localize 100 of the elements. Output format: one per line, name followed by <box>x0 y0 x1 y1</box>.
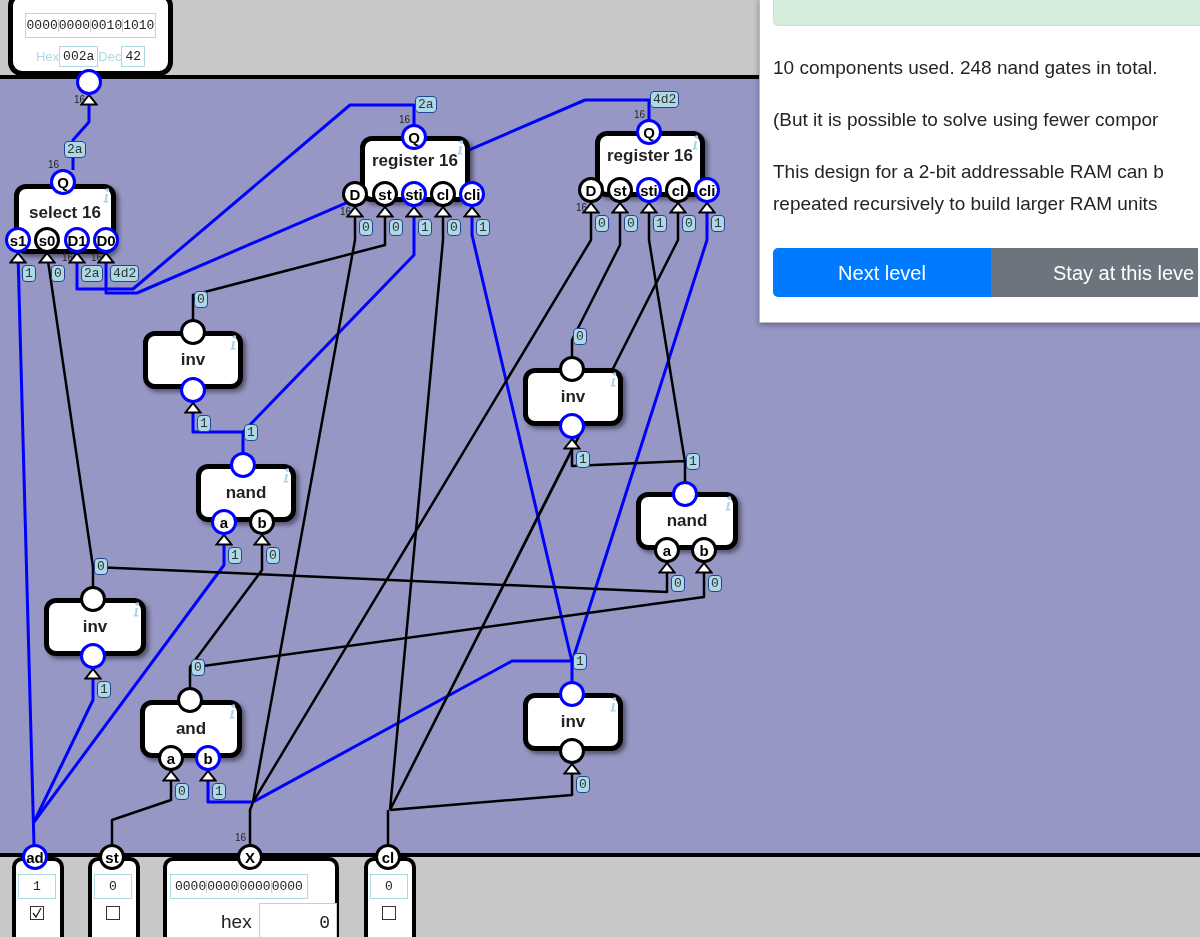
component-box[interactable]: inv <box>143 331 243 389</box>
component-box[interactable]: inv <box>523 368 623 426</box>
component-title: inv <box>560 711 586 734</box>
component-box[interactable]: inv <box>523 693 623 751</box>
wire-value: 2a <box>415 96 437 113</box>
wire-value: 0 <box>359 219 373 236</box>
info-icon <box>282 468 290 484</box>
wire-value: 0 <box>51 265 65 282</box>
wire-value: 0 <box>576 776 590 793</box>
bus-width-label: 16 <box>72 95 85 105</box>
wire-value: 0 <box>708 575 722 592</box>
pin-arrow-icon <box>669 202 687 214</box>
bus-width-label: 16 <box>338 207 351 217</box>
pin-arrow-icon <box>38 252 56 264</box>
component-title: nand <box>225 482 267 505</box>
wire-value: 0 <box>94 558 108 575</box>
checkbox[interactable] <box>106 906 120 920</box>
pin-arrow-icon <box>405 206 423 218</box>
component-title: and <box>175 718 207 741</box>
pin-arrow-icon <box>215 534 233 546</box>
bus-width-label: 16 <box>574 203 587 213</box>
wire-value: 1 <box>418 219 432 236</box>
info-icon <box>609 697 617 713</box>
wire-value: 1 <box>212 783 226 800</box>
component-title: select 16 <box>29 202 101 225</box>
pin-arrow-icon <box>162 770 180 782</box>
pin-arrow-icon <box>199 770 217 782</box>
component-title: inv <box>82 616 108 639</box>
component-title: register 16 <box>607 145 693 168</box>
pin-arrow-icon <box>253 534 271 546</box>
component-title: nand <box>666 510 708 533</box>
wire-value: 1 <box>97 681 111 698</box>
component-title: inv <box>560 386 586 409</box>
wire-value: 2a <box>64 141 86 158</box>
dec-field[interactable]: 42 <box>121 46 146 67</box>
wire-value: 0 <box>389 219 403 236</box>
info-icon <box>724 496 732 512</box>
wire-value: 0 <box>624 215 638 232</box>
pin-arrow-icon <box>563 763 581 775</box>
info-icon <box>132 602 140 618</box>
wire-value: 1 <box>573 653 587 670</box>
panel-text: This design for a 2-bit addressable RAM can b repeated recursively to build larger RAM units <box>773 160 1165 216</box>
hex-field[interactable]: 0 <box>259 903 337 937</box>
wire-value: 0 <box>671 575 685 592</box>
pin-arrow-icon <box>611 202 629 214</box>
bits-field[interactable]: 0000000000000000 <box>170 874 308 899</box>
check-icon <box>31 907 43 919</box>
checkbox[interactable] <box>30 906 44 920</box>
panel-text: (But it is possible to solve using fewer compor <box>773 108 1160 132</box>
pin-arrow-icon <box>434 206 452 218</box>
pin-arrow-icon <box>376 206 394 218</box>
wire-value: 0 <box>682 215 696 232</box>
pin-arrow-icon <box>9 252 27 264</box>
info-icon <box>102 188 110 204</box>
checkbox[interactable] <box>382 906 396 920</box>
component-box[interactable]: inv <box>44 598 146 656</box>
wire-value: 0 <box>595 215 609 232</box>
pin-arrow-icon <box>658 562 676 574</box>
wire-value: 2a <box>81 265 103 282</box>
wire-value: 0 <box>266 547 280 564</box>
component-title: register 16 <box>372 150 458 173</box>
wire-value: 1 <box>197 415 211 432</box>
info-icon <box>456 140 464 156</box>
wire-value: 4d2 <box>650 91 680 108</box>
wire-value: 0 <box>191 659 205 676</box>
wire-value: 1 <box>476 219 490 236</box>
pin-arrow-icon <box>84 668 102 680</box>
output-display[interactable]: 0000000000101010 Hex 002a Dec 42 <box>8 0 173 76</box>
pin-arrow-icon <box>640 202 658 214</box>
pin-arrow-icon <box>695 562 713 574</box>
wire-value: 1 <box>576 451 590 468</box>
info-icon <box>228 704 236 720</box>
pin-arrow-icon <box>563 438 581 450</box>
hex-label: Hex <box>35 50 60 63</box>
info-icon <box>691 135 699 151</box>
bits-field[interactable]: 0000000000101010 <box>24 13 157 38</box>
info-icon <box>229 335 237 351</box>
wire-value: 0 <box>447 219 461 236</box>
level-button[interactable]: Stay at this leve <box>991 248 1198 297</box>
wire-value: 1 <box>228 547 242 564</box>
value-field[interactable]: 0 <box>370 874 408 899</box>
value-field[interactable]: 0 <box>94 874 132 899</box>
value-field[interactable]: 1 <box>18 874 56 899</box>
bus-width-label: 16 <box>632 110 645 120</box>
wire-value: 1 <box>686 453 700 470</box>
wire-value: 1 <box>244 424 258 441</box>
wire-value: 1 <box>22 265 36 282</box>
pin-arrow-icon <box>698 202 716 214</box>
wire-value: 4d2 <box>110 265 140 282</box>
level-button[interactable]: Next level <box>773 248 991 297</box>
hex-label: hex <box>221 912 252 931</box>
hex-field[interactable]: 002a <box>59 46 99 67</box>
pin-arrow-icon <box>184 402 202 414</box>
bus-width-label: 16 <box>397 115 410 125</box>
wire-value: 0 <box>175 783 189 800</box>
wire-value: 1 <box>653 215 667 232</box>
bus-width-label: 16 <box>60 253 73 263</box>
panel-text: 10 components used. 248 nand gates in total. <box>773 56 1159 80</box>
info-icon <box>609 372 617 388</box>
wire-value: 0 <box>573 328 587 345</box>
